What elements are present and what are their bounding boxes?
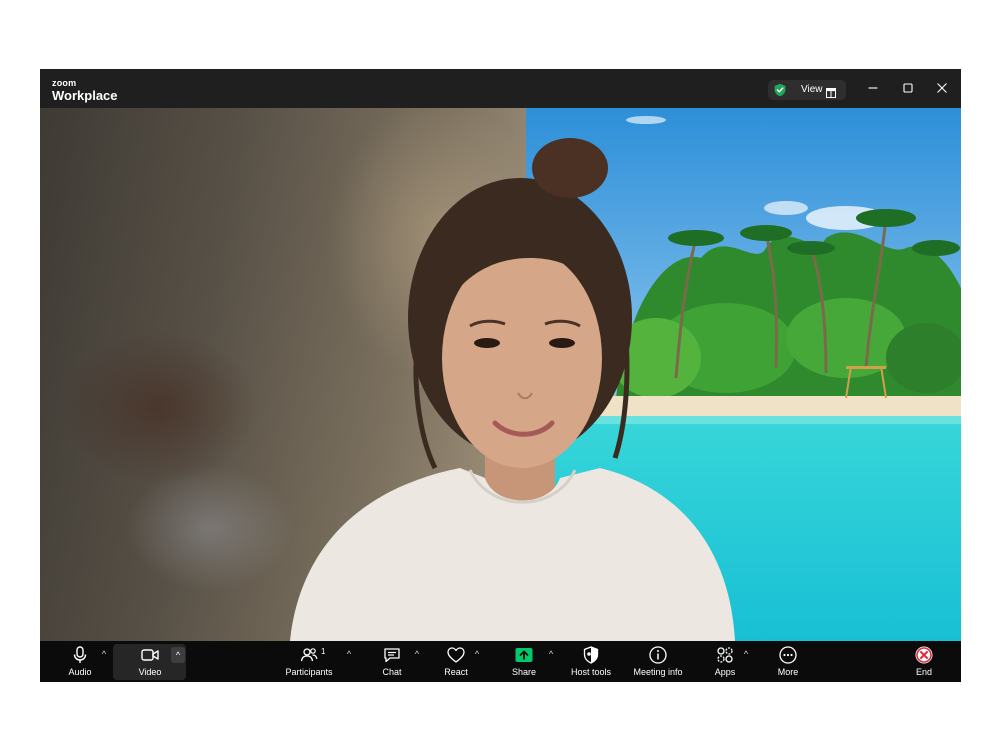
chat-button[interactable]: Chat [376, 641, 408, 682]
view-button[interactable]: View [768, 80, 846, 100]
view-label: View [801, 84, 823, 95]
audio-label: Audio [68, 667, 92, 677]
video-camera-icon [140, 645, 160, 665]
brand-small-text: zoom [52, 78, 77, 88]
video-button[interactable]: Video [132, 641, 168, 682]
meeting-info-button[interactable]: Meeting info [630, 641, 686, 682]
shield-check-icon [773, 83, 787, 97]
audio-options-caret[interactable]: ^ [99, 649, 109, 661]
more-button[interactable]: More [773, 641, 803, 682]
more-label: More [777, 667, 799, 677]
shield-icon [581, 645, 601, 665]
share-screen-icon [514, 645, 534, 665]
view-grid-icon [826, 85, 836, 98]
brand-big-text: Workplace [52, 88, 118, 103]
apps-label: Apps [714, 667, 736, 677]
close-window-button[interactable] [935, 81, 949, 95]
share-options-caret[interactable]: ^ [546, 649, 556, 661]
end-meeting-button[interactable]: End [910, 641, 938, 682]
participants-button[interactable]: Participants [280, 641, 338, 682]
react-button[interactable]: React [440, 641, 472, 682]
microphone-icon [70, 645, 90, 665]
apps-icon [715, 645, 735, 665]
chat-label: Chat [382, 667, 402, 677]
maximize-icon [903, 83, 913, 93]
minimize-button[interactable] [866, 81, 880, 95]
react-options-caret[interactable]: ^ [472, 649, 482, 661]
video-options-caret[interactable]: ^ [171, 647, 185, 663]
end-call-icon [914, 645, 934, 665]
minimize-icon [868, 87, 878, 89]
chat-icon [382, 645, 402, 665]
person-silhouette [290, 138, 735, 641]
more-icon [778, 645, 798, 665]
host-tools-button[interactable]: Host tools [568, 641, 614, 682]
apps-options-caret[interactable]: ^ [741, 649, 751, 661]
participants-icon [299, 645, 319, 665]
meeting-toolbar: Audio ^ Video ^ Participants 1 ^ Chat ^ … [40, 641, 961, 682]
participants-count: 1 [321, 647, 326, 656]
participant-video-feed [40, 108, 961, 641]
chat-options-caret[interactable]: ^ [412, 649, 422, 661]
share-label: Share [511, 667, 537, 677]
meeting-info-label: Meeting info [633, 667, 683, 677]
audio-button[interactable]: Audio [62, 641, 98, 682]
video-label: Video [138, 667, 162, 677]
heart-icon [446, 645, 466, 665]
apps-button[interactable]: Apps [710, 641, 740, 682]
participants-options-caret[interactable]: ^ [344, 649, 354, 661]
title-bar: zoom Workplace View [40, 69, 961, 108]
close-icon [937, 83, 947, 93]
zoom-meeting-window: zoom Workplace View Audio ^ Video ^ Part… [40, 69, 961, 682]
participants-label: Participants [285, 667, 333, 677]
maximize-button[interactable] [901, 81, 915, 95]
host-tools-label: Host tools [570, 667, 612, 677]
react-label: React [444, 667, 468, 677]
end-label: End [915, 667, 932, 677]
info-icon [648, 645, 668, 665]
zoom-workplace-logo: zoom Workplace [52, 78, 118, 103]
share-button[interactable]: Share [508, 641, 540, 682]
